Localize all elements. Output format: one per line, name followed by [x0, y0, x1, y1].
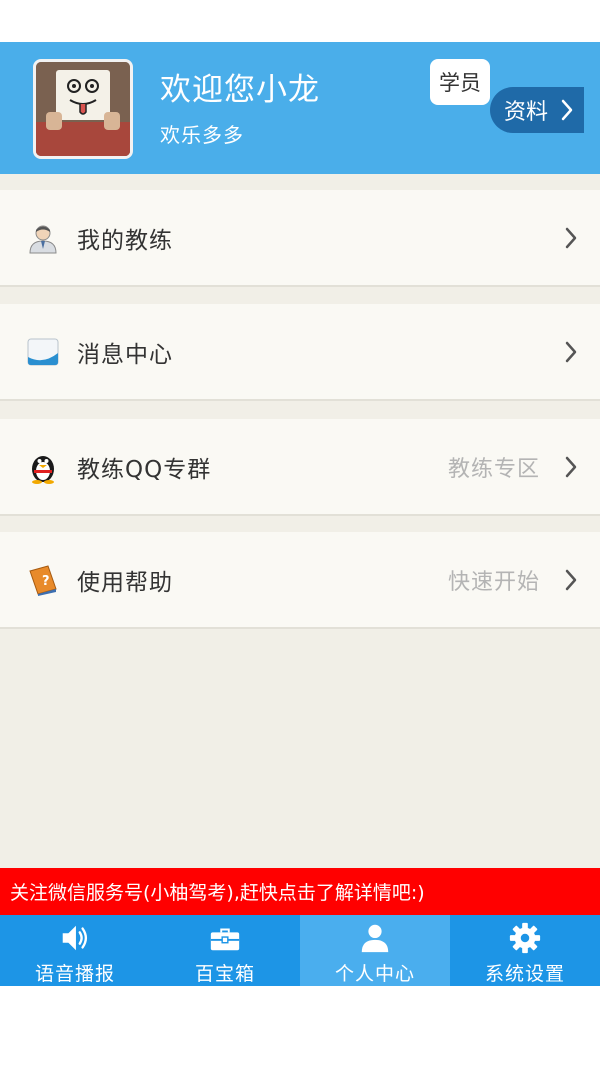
wechat-promo-banner[interactable]: 关注微信服务号(小柚驾考),赶快点击了解详情吧:) [0, 868, 600, 915]
menu-item-help[interactable]: ? 使用帮助 快速开始 [0, 532, 600, 629]
tab-label: 个人中心 [334, 963, 415, 985]
tab-system-settings[interactable]: 系统设置 [450, 915, 600, 986]
status-bar [0, 0, 600, 42]
menu-content: 我的教练 消息中心 教练QQ专群 教练专区 ? 使用帮助 快速开始 [0, 174, 600, 868]
menu-item-label: 使用帮助 [77, 569, 173, 596]
menu-item-message-center[interactable]: 消息中心 [0, 304, 600, 401]
coach-icon [29, 225, 57, 253]
avatar-image [36, 62, 130, 156]
role-badge: 学员 [430, 59, 490, 105]
message-icon [27, 338, 59, 365]
help-book-icon: ? [29, 564, 57, 596]
toolbox-icon [210, 928, 240, 951]
tab-voice-broadcast[interactable]: 语音播报 [0, 915, 150, 986]
banner-text: 关注微信服务号(小柚驾考),赶快点击了解详情吧:) [10, 882, 425, 904]
tab-label: 百宝箱 [194, 963, 255, 985]
tab-personal-center[interactable]: 个人中心 [300, 915, 450, 986]
person-icon [361, 924, 389, 953]
chevron-right-icon [565, 569, 577, 590]
menu-item-my-coach[interactable]: 我的教练 [0, 190, 600, 287]
speaker-icon [62, 925, 88, 951]
chevron-right-icon [565, 227, 577, 248]
chevron-right-icon [565, 341, 577, 362]
bottom-blank-area [0, 986, 600, 1067]
welcome-text: 欢迎您小龙 [160, 72, 320, 108]
chevron-right-icon [565, 456, 577, 477]
profile-button[interactable]: 资料 [490, 87, 584, 133]
profile-button-label: 资料 [504, 100, 549, 125]
menu-item-label: 教练QQ专群 [77, 456, 212, 483]
tab-label: 系统设置 [484, 963, 565, 985]
profile-header: 欢迎您小龙 欢乐多多 学员 资料 [0, 42, 600, 174]
menu-item-coach-qq-group[interactable]: 教练QQ专群 教练专区 [0, 419, 600, 516]
menu-item-label: 我的教练 [77, 227, 173, 254]
qq-penguin-icon [32, 455, 54, 484]
menu-item-hint: 快速开始 [447, 569, 540, 595]
menu-item-label: 消息中心 [77, 341, 173, 368]
tab-label: 语音播报 [34, 963, 115, 985]
user-subtitle: 欢乐多多 [160, 123, 244, 147]
svg-text:?: ? [42, 574, 50, 589]
bottom-tab-bar: 语音播报 百宝箱 个人中心 系统设置 [0, 915, 600, 986]
tab-toolbox[interactable]: 百宝箱 [150, 915, 300, 986]
avatar[interactable] [33, 59, 133, 159]
menu-item-hint: 教练专区 [447, 456, 540, 482]
chevron-right-icon [561, 99, 573, 121]
gear-icon [509, 922, 541, 954]
